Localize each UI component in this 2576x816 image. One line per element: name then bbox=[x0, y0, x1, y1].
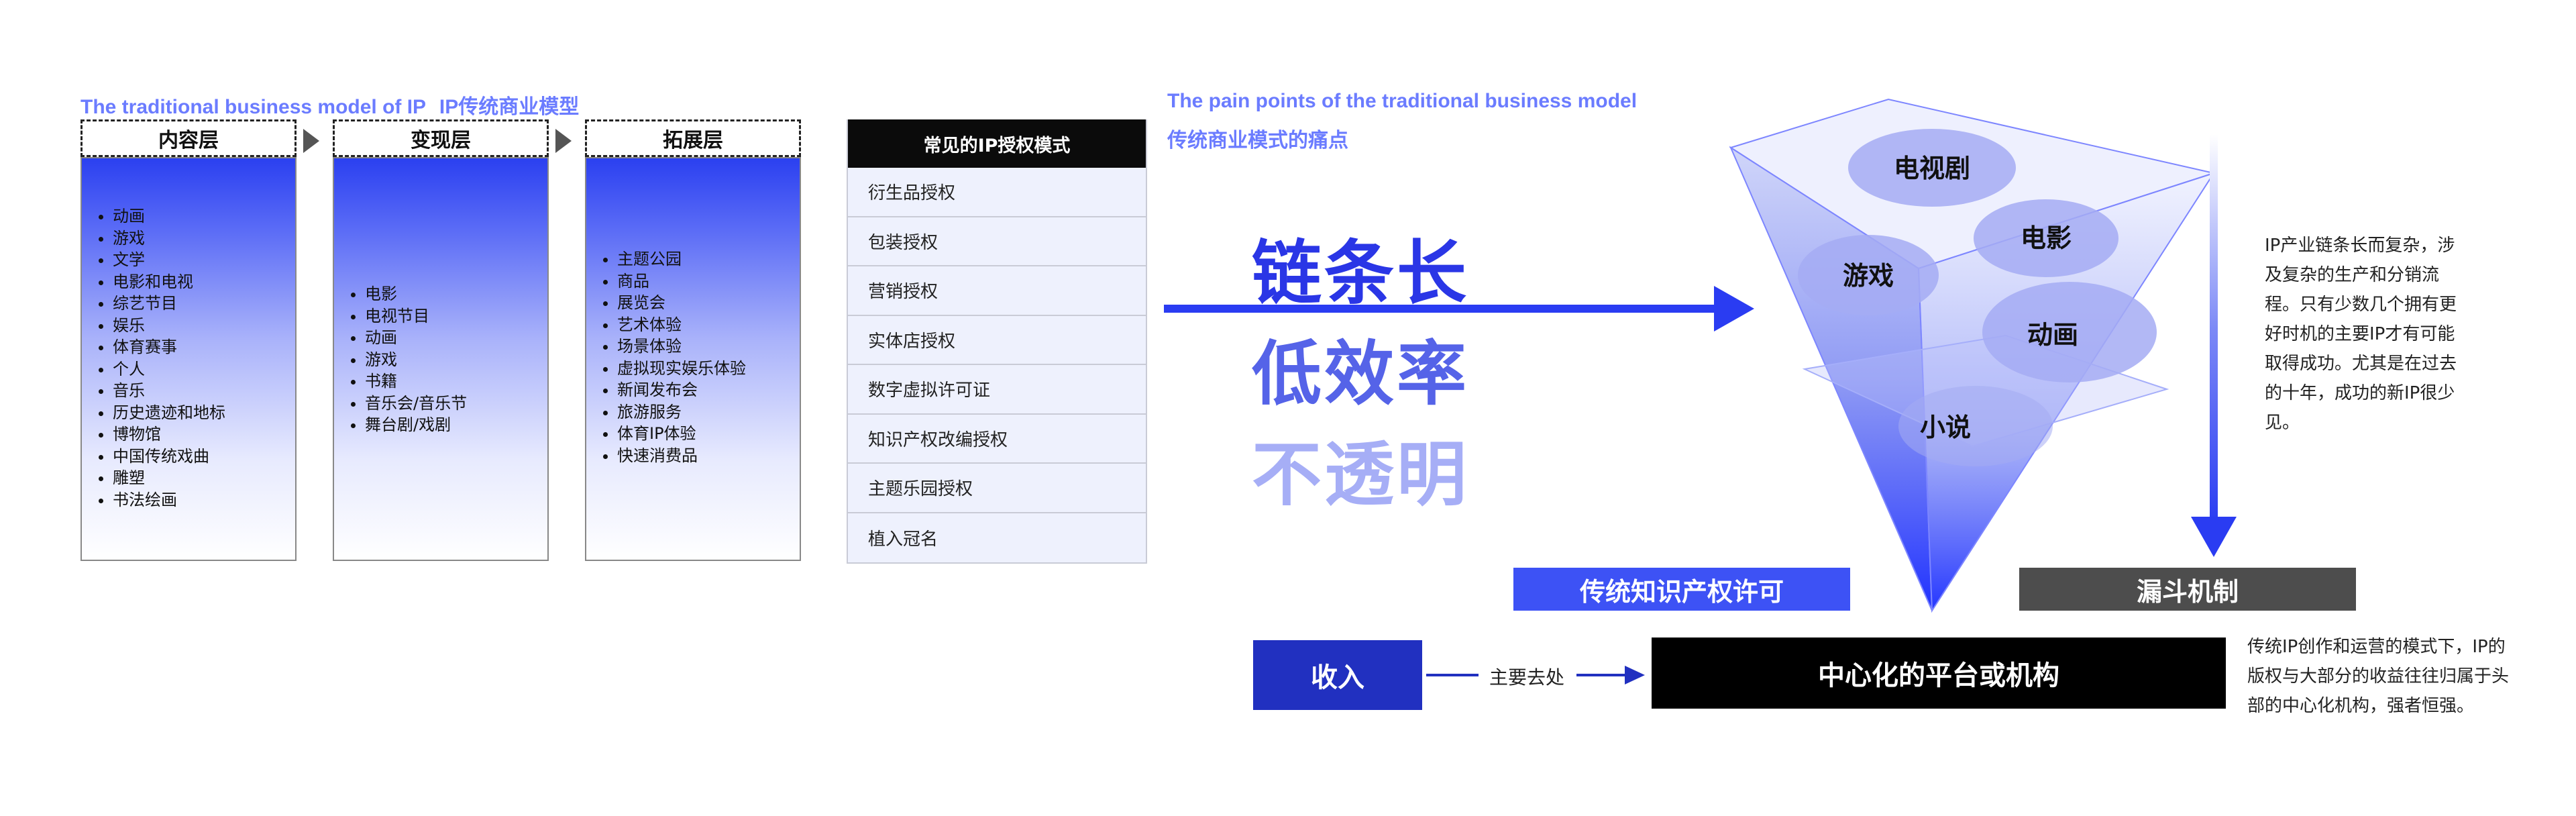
list-item: 书籍 bbox=[365, 370, 547, 393]
license-table: 常见的IP授权模式 衍生品授权 包装授权 营销授权 实体店授权 数字虚拟许可证 … bbox=[847, 119, 1147, 564]
table-row: 数字虚拟许可证 bbox=[848, 365, 1146, 415]
list-item: 新闻发布会 bbox=[617, 379, 800, 401]
list-item: 音乐 bbox=[113, 380, 295, 402]
table-row: 包装授权 bbox=[848, 217, 1146, 266]
table-row: 衍生品授权 bbox=[848, 168, 1146, 217]
list-item: 场景体验 bbox=[617, 336, 800, 358]
content-layer-header: 内容层 bbox=[80, 119, 297, 157]
platform-box: 中心化的平台或机构 bbox=[1652, 638, 2226, 709]
expansion-layer-box: 主题公园 商品 展览会 艺术体验 场景体验 虚拟现实娱乐体验 新闻发布会 旅游服… bbox=[585, 157, 801, 561]
list-item: 虚拟现实娱乐体验 bbox=[617, 358, 800, 380]
monetization-layer-header: 变现层 bbox=[333, 119, 549, 157]
table-row: 主题乐园授权 bbox=[848, 464, 1146, 513]
list-item: 体育IP体验 bbox=[617, 423, 800, 445]
platform-description: 传统IP创作和运营的模式下，IP的版权与大部分的收益往往归属于头部的中心化机构，… bbox=[2247, 637, 2510, 716]
funnel-label-novel: 小说 bbox=[1920, 413, 1971, 442]
traditional-license-label: 传统知识产权许可 bbox=[1513, 568, 1850, 611]
list-item: 综艺节目 bbox=[113, 293, 295, 315]
list-item: 艺术体验 bbox=[617, 314, 800, 336]
table-row: 营销授权 bbox=[848, 266, 1146, 316]
table-row: 实体店授权 bbox=[848, 315, 1146, 365]
left-title-en: The traditional business model of IP bbox=[80, 96, 426, 118]
list-item: 电视节目 bbox=[365, 305, 547, 327]
list-item: 博物馆 bbox=[113, 423, 295, 446]
list-item: 商品 bbox=[617, 270, 800, 293]
list-item: 电影 bbox=[365, 283, 547, 305]
right-title-en: The pain points of the traditional busin… bbox=[1167, 90, 1638, 112]
list-item: 主题公园 bbox=[617, 248, 800, 270]
funnel-diagram: 电视剧 电影 游戏 动画 小说 bbox=[1729, 98, 2216, 613]
list-item: 雕塑 bbox=[113, 467, 295, 489]
list-item: 电影和电视 bbox=[113, 271, 295, 293]
monetization-layer: 变现层 电影 电视节目 动画 游戏 书籍 音乐会/音乐节 舞台剧/戏剧 bbox=[333, 119, 549, 561]
license-table-header: 常见的IP授权模式 bbox=[848, 119, 1146, 168]
list-item: 历史遗迹和地标 bbox=[113, 402, 295, 424]
list-item: 游戏 bbox=[365, 349, 547, 371]
table-row: 知识产权改编授权 bbox=[848, 414, 1146, 464]
left-title-cn: IP传统商业模型 bbox=[439, 96, 580, 118]
list-item: 快速消费品 bbox=[617, 445, 800, 467]
funnel-label-animation: 动画 bbox=[2027, 320, 2078, 350]
list-item: 书法绘画 bbox=[113, 489, 295, 511]
funnel-label-tv: 电视剧 bbox=[1894, 154, 1970, 183]
content-layer: 内容层 动画 游戏 文学 电影和电视 综艺节目 娱乐 体育赛事 个人 音乐 历史… bbox=[80, 119, 297, 561]
list-item: 个人 bbox=[113, 358, 295, 380]
right-title-cn: 传统商业模式的痛点 bbox=[1167, 129, 1348, 152]
list-item: 音乐会/音乐节 bbox=[365, 393, 547, 415]
list-item: 展览会 bbox=[617, 292, 800, 314]
expansion-layer-header: 拓展层 bbox=[585, 119, 801, 157]
list-item: 游戏 bbox=[113, 227, 295, 250]
list-item: 文学 bbox=[113, 249, 295, 271]
list-item: 娱乐 bbox=[113, 315, 295, 337]
list-item: 动画 bbox=[113, 205, 295, 227]
list-item: 舞台剧/戏剧 bbox=[365, 414, 547, 436]
list-item: 动画 bbox=[365, 327, 547, 349]
expansion-layer: 拓展层 主题公园 商品 展览会 艺术体验 场景体验 虚拟现实娱乐体验 新闻发布会… bbox=[585, 119, 801, 561]
layer-arrow-icon bbox=[303, 129, 319, 153]
funnel-mechanism-label: 漏斗机制 bbox=[2019, 568, 2356, 611]
funnel-description: IP产业链条长而复杂，涉及复杂的生产和分销流程。只有少数几个拥有更好时机的主要I… bbox=[2265, 236, 2457, 433]
flow-label: 主要去处 bbox=[1489, 666, 1565, 688]
flow-line bbox=[1426, 674, 1479, 676]
layer-arrow-icon bbox=[555, 129, 572, 153]
list-item: 体育赛事 bbox=[113, 336, 295, 358]
funnel-label-game: 游戏 bbox=[1843, 261, 1894, 291]
funnel-down-arrow-icon bbox=[2191, 134, 2237, 557]
monetization-layer-list: 电影 电视节目 动画 游戏 书籍 音乐会/音乐节 舞台剧/戏剧 bbox=[334, 283, 547, 436]
table-row: 植入冠名 bbox=[848, 513, 1146, 562]
flow-arrow-icon bbox=[1576, 666, 1645, 684]
pain-arrow-icon bbox=[1164, 286, 1754, 332]
pain-point-opaque: 不透明 bbox=[1252, 434, 1470, 515]
content-layer-box: 动画 游戏 文学 电影和电视 综艺节目 娱乐 体育赛事 个人 音乐 历史遗迹和地… bbox=[80, 157, 297, 561]
left-title: The traditional business model of IP IP传… bbox=[80, 90, 579, 119]
content-layer-list: 动画 游戏 文学 电影和电视 综艺节目 娱乐 体育赛事 个人 音乐 历史遗迹和地… bbox=[82, 205, 295, 511]
list-item: 旅游服务 bbox=[617, 401, 800, 423]
revenue-box: 收入 bbox=[1253, 640, 1422, 710]
list-item: 中国传统戏曲 bbox=[113, 446, 295, 468]
monetization-layer-box: 电影 电视节目 动画 游戏 书籍 音乐会/音乐节 舞台剧/戏剧 bbox=[333, 157, 549, 561]
expansion-layer-list: 主题公园 商品 展览会 艺术体验 场景体验 虚拟现实娱乐体验 新闻发布会 旅游服… bbox=[586, 248, 800, 466]
funnel-label-movie: 电影 bbox=[2021, 223, 2072, 253]
